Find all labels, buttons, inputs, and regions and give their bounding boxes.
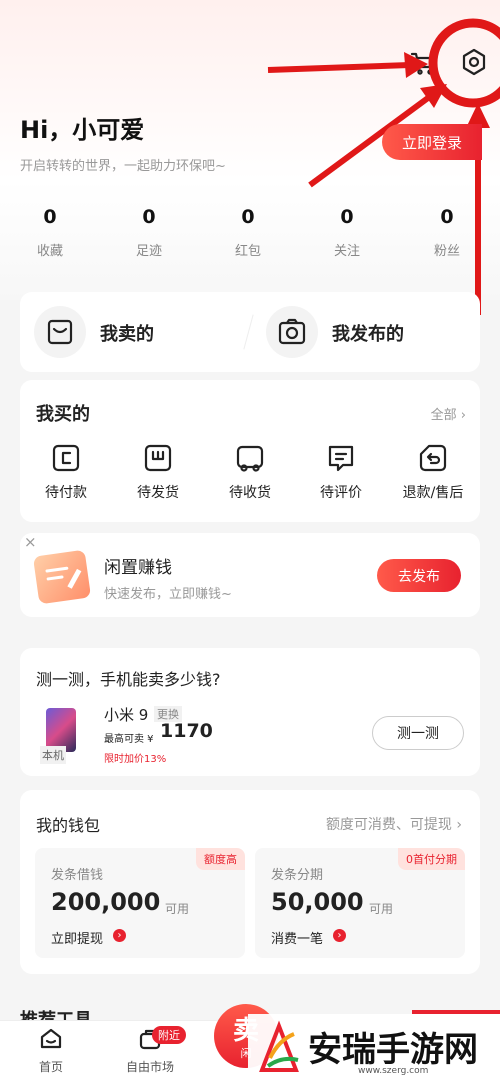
login-button-label: 立即登录 — [401, 133, 462, 152]
my-sold-label: 我卖的 — [100, 324, 154, 345]
device-tag: 本机 — [40, 746, 66, 764]
idle-banner: × 闲置赚钱 快速发布，立即赚钱~ 去发布 — [20, 533, 480, 617]
wallet-subtitle-link[interactable]: 额度可消费、可提现 › — [326, 814, 462, 834]
stat-label: 收藏 — [36, 244, 63, 259]
order-label: 待评价 — [320, 485, 362, 501]
order-label: 待付款 — [45, 485, 87, 501]
idle-banner-title: 闲置赚钱 — [104, 558, 172, 578]
refund-icon — [419, 444, 447, 472]
orders-all-label: 全部 — [430, 408, 457, 423]
phone-model: 小米 9 — [104, 706, 149, 724]
watermark-name: 安瑞手游网 — [308, 1030, 478, 1070]
order-refund[interactable]: 退款/售后 — [388, 442, 478, 502]
arrow-circle-icon: › — [333, 929, 346, 942]
stat-value: 0 — [440, 206, 454, 228]
close-icon[interactable]: × — [24, 533, 37, 551]
idle-banner-subtitle: 快速发布，立即赚钱~ — [104, 587, 232, 602]
greeting-subtitle: 开启转转的世界，一起助力环保吧~ — [20, 159, 226, 174]
wallet-title: 我的钱包 — [36, 816, 101, 835]
stat-red-packets[interactable]: 0 红包 — [208, 206, 288, 259]
divider-slash — [243, 314, 254, 350]
greeting-title: Hi，小可爱 — [20, 116, 145, 144]
installment-amount: 50,000 — [271, 888, 364, 916]
note-pencil-icon — [32, 549, 92, 605]
order-pending-receipt[interactable]: 待收货 — [205, 442, 295, 502]
my-published-entry[interactable]: 我发布的 — [266, 306, 476, 358]
phone-estimate-card: 测一测，手机能卖多少钱? 本机 小米 9 更换 最高可卖 ¥ 1170 限时加价… — [20, 648, 480, 776]
pending-shipment-icon — [144, 444, 172, 472]
loan-title: 发条借钱 — [51, 868, 104, 883]
my-published-icon-circle — [266, 306, 318, 358]
phone-estimate-title: 测一测，手机能卖多少钱? — [36, 670, 221, 689]
my-sold-icon-circle — [34, 306, 86, 358]
wallet-installment-card[interactable]: 0首付分期 发条分期 50,000 可用 消费一笔 › — [255, 848, 465, 958]
watermark: 安瑞手游网 www.szerg.com — [248, 1014, 500, 1084]
arrow-circle-icon: › — [113, 929, 126, 942]
nav-market-label: 自由市场 — [125, 1060, 174, 1074]
order-pending-shipment[interactable]: 待发货 — [113, 442, 203, 502]
loan-amount: 200,000 — [51, 888, 161, 916]
promo-text: 限时加价13% — [104, 754, 167, 765]
watermark-logo-icon — [259, 1020, 299, 1072]
order-pending-payment[interactable]: 待付款 — [21, 442, 111, 502]
loan-unit: 可用 — [165, 902, 190, 916]
shop-bag-icon — [47, 319, 73, 345]
my-sold-entry[interactable]: 我卖的 — [34, 306, 234, 358]
home-icon — [40, 1028, 62, 1049]
stat-footprints[interactable]: 0 足迹 — [109, 206, 189, 259]
login-button[interactable]: 立即登录 — [382, 124, 482, 160]
installment-unit: 可用 — [369, 902, 394, 916]
pending-receipt-icon — [236, 445, 264, 472]
camera-icon — [278, 318, 306, 345]
pending-payment-icon — [52, 444, 80, 472]
stat-value: 0 — [142, 206, 156, 228]
stat-label: 红包 — [234, 244, 261, 259]
test-button-label: 测一测 — [397, 726, 439, 742]
order-label: 待发货 — [137, 485, 179, 501]
stat-label: 关注 — [333, 244, 360, 259]
nearby-badge: 附近 — [152, 1026, 186, 1044]
price-value: 1170 — [160, 720, 213, 742]
loan-action: 立即提现 — [51, 932, 104, 947]
stat-value: 0 — [241, 206, 255, 228]
stat-label: 粉丝 — [433, 244, 460, 259]
sell-card: 我卖的 我发布的 — [20, 292, 480, 372]
wallet-loan-card[interactable]: 额度高 发条借钱 200,000 可用 立即提现 › — [35, 848, 245, 958]
watermark-url: www.szerg.com — [358, 1066, 429, 1076]
nav-home-label: 首页 — [38, 1060, 63, 1074]
chevron-right-icon: › — [460, 408, 466, 423]
nav-home[interactable]: 首页 — [26, 1026, 76, 1075]
stat-favorites[interactable]: 0 收藏 — [10, 206, 90, 259]
wallet-subtitle: 额度可消费、可提现 — [325, 817, 452, 833]
stat-label: 足迹 — [135, 244, 162, 259]
chevron-right-icon: › — [456, 817, 462, 833]
pending-review-icon — [328, 445, 354, 472]
installment-title: 发条分期 — [271, 868, 324, 883]
stat-following[interactable]: 0 关注 — [307, 206, 387, 259]
order-label: 退款/售后 — [402, 485, 464, 501]
stat-fans[interactable]: 0 粉丝 — [407, 206, 487, 259]
publish-button-label: 去发布 — [398, 568, 440, 585]
order-label: 待收货 — [229, 485, 271, 501]
installment-badge: 0首付分期 — [398, 848, 465, 870]
orders-title: 我买的 — [36, 404, 90, 425]
stat-value: 0 — [43, 206, 57, 228]
installment-action: 消费一笔 — [271, 932, 324, 947]
price-prefix: 最高可卖 ¥ — [104, 734, 154, 745]
test-button[interactable]: 测一测 — [372, 716, 464, 750]
wallet-card: 我的钱包 额度可消费、可提现 › 额度高 发条借钱 200,000 可用 立即提… — [20, 790, 480, 974]
loan-badge: 额度高 — [196, 848, 245, 870]
order-pending-review[interactable]: 待评价 — [296, 442, 386, 502]
my-published-label: 我发布的 — [332, 324, 404, 345]
stat-value: 0 — [340, 206, 354, 228]
orders-all-link[interactable]: 全部 › — [431, 404, 466, 423]
publish-button[interactable]: 去发布 — [377, 559, 461, 592]
